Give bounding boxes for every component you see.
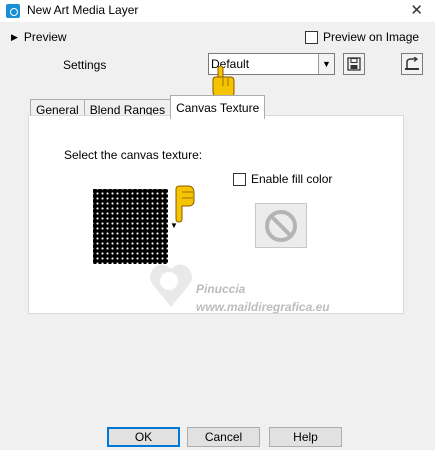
window-title: New Art Media Layer <box>27 3 139 17</box>
reset-icon <box>405 57 419 70</box>
watermark-logo <box>150 264 192 307</box>
save-icon <box>347 57 361 71</box>
reset-button[interactable] <box>401 53 423 75</box>
preview-expander[interactable]: ▶ Preview <box>11 30 67 44</box>
tab-canvas-texture[interactable]: Canvas Texture <box>170 95 266 119</box>
enable-fill-box[interactable] <box>233 172 246 186</box>
fill-color-swatch <box>255 203 307 248</box>
disabled-icon <box>265 209 297 242</box>
camera-app-icon <box>6 4 20 18</box>
pointing-hand-icon <box>175 185 195 223</box>
ok-button[interactable]: OK <box>107 427 180 447</box>
watermark-url: www.maildiregrafica.eu <box>196 300 330 314</box>
title-bar: New Art Media Layer ✕ <box>0 0 435 22</box>
watermark-name: Pinuccia <box>196 282 246 296</box>
texture-swatch[interactable] <box>93 189 168 264</box>
preview-label: Preview <box>23 30 67 44</box>
preview-on-image-box[interactable] <box>305 30 318 44</box>
preview-on-image-label: Preview on Image <box>323 30 420 44</box>
preview-on-image-checkbox[interactable]: Preview on Image <box>305 30 419 44</box>
close-icon[interactable]: ✕ <box>410 1 423 19</box>
expand-triangle-icon: ▶ <box>11 31 18 42</box>
chevron-down-icon[interactable]: ▼ <box>318 54 334 74</box>
settings-label: Settings <box>63 58 107 72</box>
help-button[interactable]: Help <box>269 427 342 447</box>
enable-fill-checkbox[interactable]: Enable fill color <box>233 172 332 186</box>
select-texture-label: Select the canvas texture: <box>64 148 203 162</box>
enable-fill-label: Enable fill color <box>251 172 333 186</box>
save-preset-button[interactable] <box>343 53 365 75</box>
cancel-button[interactable]: Cancel <box>187 427 260 447</box>
